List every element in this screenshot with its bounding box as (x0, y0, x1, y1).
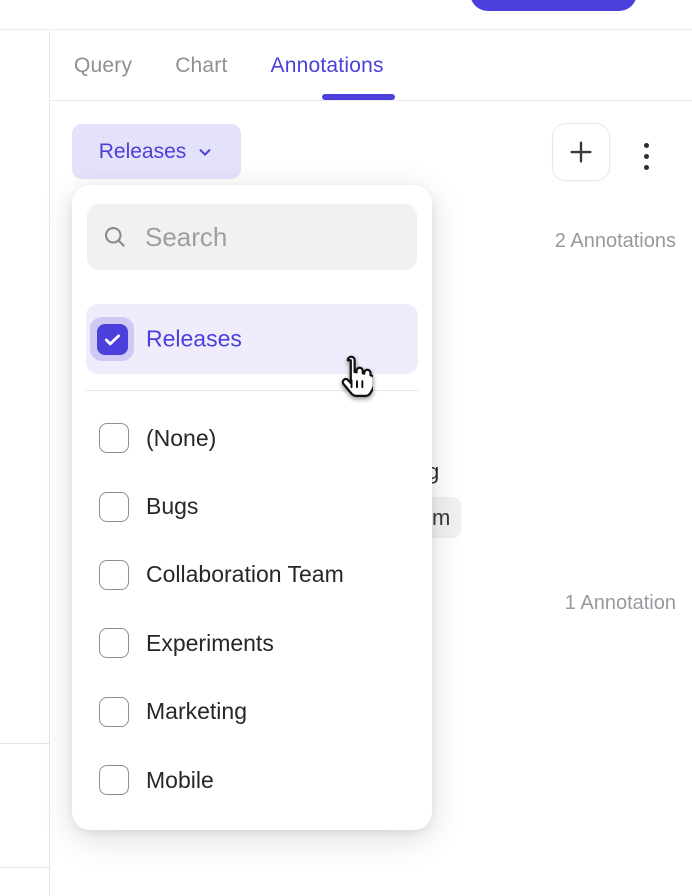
tab-annotations[interactable]: Annotations (271, 54, 384, 78)
dropdown-item-experiments[interactable]: Experiments (72, 609, 432, 677)
annotation-filter-dropdown: Releases (None) Bugs Collaboration Team Exp… (72, 185, 432, 830)
checkbox-unchecked[interactable] (99, 765, 129, 795)
dropdown-item-label: Bugs (146, 493, 198, 520)
dropdown-item-releases[interactable]: Releases (86, 304, 418, 374)
dropdown-item-label: Mobile (146, 767, 214, 794)
checkbox-unchecked[interactable] (99, 492, 129, 522)
checkbox-unchecked[interactable] (99, 423, 129, 453)
app-window: Query Chart Annotations Releases 2 Annot… (0, 0, 692, 896)
tab-bar: Query Chart Annotations (50, 31, 692, 101)
dropdown-item-label: Experiments (146, 630, 274, 657)
search-box[interactable] (87, 204, 417, 270)
dropdown-item-collaboration-team[interactable]: Collaboration Team (72, 541, 432, 609)
kebab-dot (644, 165, 649, 170)
search-input[interactable] (145, 222, 480, 253)
checkmark-icon (102, 329, 123, 350)
dropdown-item-label: Releases (146, 326, 242, 353)
dropdown-item-label: Marketing (146, 698, 247, 725)
dropdown-item-label: (None) (146, 425, 216, 452)
tab-chart[interactable]: Chart (175, 54, 227, 78)
kebab-dot (644, 143, 649, 148)
releases-filter-button[interactable]: Releases (72, 124, 241, 179)
annotation-count-top: 2 Annotations (555, 230, 676, 253)
kebab-dot (644, 154, 649, 159)
releases-filter-label: Releases (99, 140, 187, 164)
chevron-down-icon (196, 143, 214, 161)
dropdown-item-mobile[interactable]: Mobile (72, 746, 432, 814)
dropdown-item-bugs[interactable]: Bugs (72, 472, 432, 540)
checkbox-unchecked[interactable] (99, 560, 129, 590)
primary-action-button[interactable] (470, 0, 637, 11)
dropdown-item-none[interactable]: (None) (72, 404, 432, 472)
add-annotation-button[interactable] (552, 123, 610, 181)
more-options-button[interactable] (636, 137, 656, 175)
tab-query[interactable]: Query (74, 54, 132, 78)
annotation-count-bottom: 1 Annotation (565, 592, 676, 615)
plus-icon (566, 137, 596, 167)
checkbox-focus-halo (90, 317, 134, 361)
dropdown-divider (86, 390, 418, 391)
search-icon (101, 223, 129, 251)
checkbox-unchecked[interactable] (99, 697, 129, 727)
sidebar-divider (0, 867, 50, 868)
dropdown-list: (None) Bugs Collaboration Team Experiments M… (72, 404, 432, 814)
dropdown-item-marketing[interactable]: Marketing (72, 678, 432, 746)
checkbox-unchecked[interactable] (99, 628, 129, 658)
left-sidebar (0, 31, 50, 896)
checkbox-checked[interactable] (97, 324, 128, 355)
occluded-chip-text: m (432, 505, 450, 531)
active-tab-indicator (322, 94, 395, 100)
sidebar-divider (0, 743, 50, 744)
top-header (0, 0, 692, 30)
dropdown-item-label: Collaboration Team (146, 561, 344, 588)
